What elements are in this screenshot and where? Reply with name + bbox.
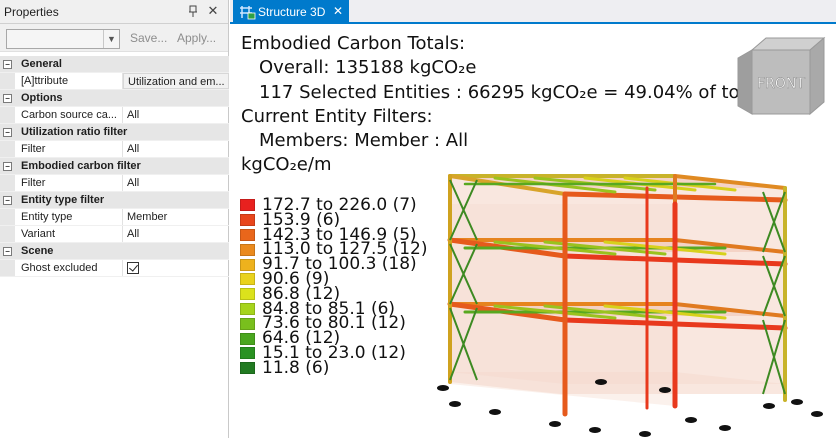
category-label: Options [21,92,63,104]
legend-swatch [240,214,255,227]
category-3[interactable]: − Embodied carbon filter [0,158,229,175]
apply-button[interactable]: Apply... [177,31,216,45]
category-label: Entity type filter [21,194,105,206]
collapse-toggle-icon[interactable]: − [0,56,15,73]
color-legend: 172.7 to 226.0 (7) 153.9 (6) 142.3 to 146.… [240,197,428,378]
properties-title-bar: Properties ✕ [0,0,228,24]
legend-swatch [240,317,255,330]
property-grid: − General [A]ttribute Utilization and em...… [0,56,229,277]
category-label: Scene [21,245,54,257]
property-row[interactable]: Entity type Member [0,209,229,226]
ghost-excluded-checkbox[interactable] [127,262,139,274]
category-5[interactable]: − Scene [0,243,229,260]
category-label: Utilization ratio filter [21,126,128,138]
collapse-toggle-icon[interactable]: − [0,243,15,260]
property-name: Filter [15,141,123,157]
view-cube[interactable]: FRONT [736,36,828,118]
cube-face-label: FRONT [757,76,805,92]
property-row[interactable]: Variant All [0,226,229,243]
summary-heading: Embodied Carbon Totals: [241,33,466,54]
property-row[interactable]: Ghost excluded [0,260,229,277]
structure-3d-viewport[interactable]: Embodied Carbon Totals: Overall: 135188 … [230,26,836,438]
pin-icon[interactable] [187,5,199,19]
property-value[interactable] [123,260,229,276]
legend-swatch [240,347,255,360]
property-name: Carbon source ca... [15,107,123,123]
property-row[interactable]: Filter All [0,141,229,158]
collapse-toggle-icon[interactable]: − [0,124,15,141]
properties-toolbar: ▼ Save... Apply... [0,24,228,52]
summary-selected: 117 Selected Entities : 66295 kgCO₂e = 4… [259,81,763,103]
property-row[interactable]: Filter All [0,175,229,192]
preset-combo[interactable]: ▼ [6,29,120,49]
property-row[interactable]: [A]ttribute Utilization and em... [0,73,229,90]
filters-heading: Current Entity Filters: [241,105,433,127]
legend-swatch [240,288,255,301]
property-value[interactable]: Utilization and em... [123,73,229,89]
category-4[interactable]: − Entity type filter [0,192,229,209]
structure-model[interactable] [425,144,836,438]
tab-structure-3d[interactable]: Structure 3D ✕ [233,0,349,24]
property-value[interactable]: All [123,141,229,157]
properties-panel: Properties ✕ ▼ Save... Apply... − General… [0,0,229,438]
category-label: Embodied carbon filter [21,160,141,172]
property-name: Variant [15,226,123,242]
property-value[interactable]: All [123,226,229,242]
tab-title: Structure 3D [258,5,326,19]
property-name: Filter [15,175,123,191]
properties-title: Properties [4,4,59,19]
legend-swatch [240,362,255,375]
category-label: General [21,58,62,70]
legend-swatch [240,302,255,315]
collapse-toggle-icon[interactable]: − [0,158,15,175]
property-row[interactable]: Carbon source ca... All [0,107,229,124]
property-value[interactable]: All [123,175,229,191]
chevron-down-icon[interactable]: ▼ [103,30,119,48]
property-value[interactable]: Member [123,209,229,225]
legend-swatch [240,258,255,271]
summary-overall: Overall: 135188 kgCO₂e [259,57,477,79]
property-name: Entity type [15,209,123,225]
legend-swatch [240,273,255,286]
legend-swatch [240,199,255,212]
legend-swatch [240,228,255,241]
document-tabstrip: Structure 3D ✕ [230,0,836,24]
property-name: [A]ttribute [15,73,123,89]
close-icon[interactable]: ✕ [205,3,221,19]
structure-3d-icon [238,4,256,20]
save-button[interactable]: Save... [130,31,167,45]
category-2[interactable]: − Utilization ratio filter [0,124,229,141]
property-value[interactable]: All [123,107,229,123]
legend-label: 11.8 (6) [262,357,330,378]
category-1[interactable]: − Options [0,90,229,107]
legend-item: 11.8 (6) [240,357,428,378]
collapse-toggle-icon[interactable]: − [0,192,15,209]
tab-close-icon[interactable]: ✕ [333,4,343,18]
collapse-toggle-icon[interactable]: − [0,90,15,107]
legend-swatch [240,243,255,256]
property-name: Ghost excluded [15,260,123,276]
legend-swatch [240,332,255,345]
category-0[interactable]: − General [0,56,229,73]
